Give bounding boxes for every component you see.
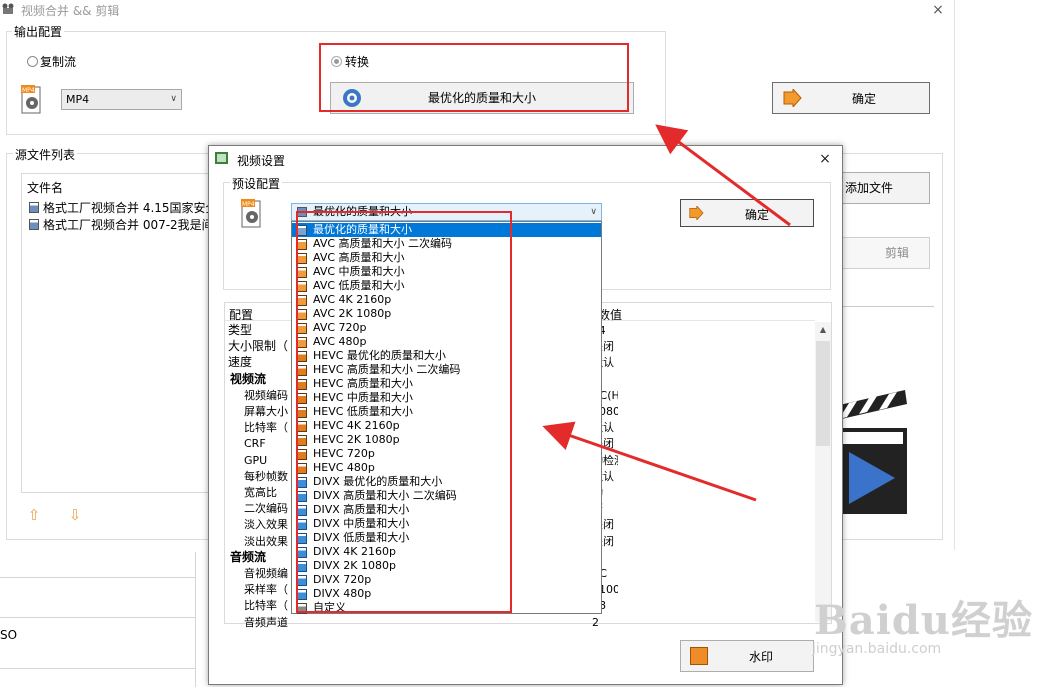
- config-row-name: 淡入效果: [244, 518, 288, 531]
- file-list-header: 文件名: [27, 181, 64, 195]
- config-section-header[interactable]: 视频流: [230, 372, 295, 387]
- divider: [195, 552, 196, 687]
- video-file-icon: [29, 219, 39, 230]
- config-row-name: 速度: [228, 355, 253, 369]
- mp4-file-icon: MP4: [241, 199, 261, 228]
- config-row-name: CRF: [244, 437, 266, 450]
- format-select[interactable]: MP4 ∨: [61, 89, 182, 110]
- format-select-value: MP4: [66, 93, 90, 106]
- divider: [838, 306, 934, 307]
- preset-config-label: 预设配置: [230, 175, 283, 192]
- annotation-highlight-box: [319, 43, 629, 112]
- baidu-watermark-url: jingyan.baidu.com: [812, 641, 942, 657]
- svg-text:MP4: MP4: [242, 201, 255, 208]
- file-list-item[interactable]: 格式工厂视频合并 4.15国家安全: [29, 199, 209, 215]
- main-close-icon[interactable]: ×: [930, 2, 946, 18]
- config-row-name: 二次编码: [244, 502, 288, 515]
- ok-button-main-label: 确定: [852, 92, 877, 106]
- bottom-left-label: SO: [0, 628, 18, 642]
- add-file-button[interactable]: 添加文件: [836, 172, 930, 204]
- svg-text:MP4: MP4: [22, 87, 35, 94]
- chevron-down-icon: ∨: [170, 94, 177, 104]
- divider: [0, 577, 195, 578]
- clapperboard-icon: [835, 390, 907, 514]
- scroll-up-icon[interactable]: ▲: [815, 325, 831, 337]
- config-row-name: 比特率（: [244, 421, 288, 434]
- file-list-item[interactable]: 格式工厂视频合并 007-2我是间: [29, 216, 209, 232]
- annotation-highlight-box: [296, 211, 512, 613]
- watermark-button-label: 水印: [749, 650, 774, 664]
- move-up-icon[interactable]: ⇧: [25, 506, 43, 524]
- config-section-header[interactable]: 音频流: [230, 550, 295, 565]
- arrow-right-icon: [689, 206, 704, 220]
- config-row-name: 类型: [228, 323, 253, 337]
- config-row-name: 宽高比: [244, 486, 277, 499]
- file-name: 格式工厂视频合并 4.15国家安全: [43, 201, 209, 215]
- config-row-name: 音视频编: [244, 567, 288, 580]
- app-film-icon: [2, 3, 14, 14]
- arrow-right-icon: [783, 89, 802, 107]
- mp4-file-icon: MP4: [21, 85, 41, 114]
- video-settings-icon: [215, 152, 228, 164]
- config-row-name: 采样率（: [244, 583, 288, 596]
- config-row-name: 比特率（: [244, 599, 288, 612]
- main-window-title: 视频合并 && 剪辑: [21, 4, 120, 18]
- copy-stream-radio[interactable]: [27, 56, 38, 67]
- config-row-name: 每秒帧数: [244, 470, 288, 483]
- copy-stream-label[interactable]: 复制流: [40, 53, 76, 70]
- watermark-icon: [690, 647, 708, 665]
- chevron-down-icon: ∨: [590, 207, 597, 217]
- move-down-icon[interactable]: ⇩: [66, 506, 84, 524]
- config-row-name: 淡出效果: [244, 535, 288, 548]
- source-files-label: 源文件列表: [13, 146, 78, 163]
- config-row-name: GPU: [244, 454, 268, 467]
- baidu-watermark-logo: Baidu经验: [814, 597, 1033, 644]
- dialog-title: 视频设置: [237, 154, 286, 168]
- video-file-icon: [29, 202, 39, 213]
- config-row-name: 大小限制（: [228, 339, 289, 353]
- dialog-close-icon[interactable]: ×: [817, 151, 833, 167]
- divider: [0, 617, 195, 618]
- scroll-thumb[interactable]: [816, 341, 830, 446]
- divider: [0, 668, 195, 669]
- ok-button-dialog-label: 确定: [745, 208, 770, 222]
- edit-button[interactable]: 剪辑: [836, 237, 930, 269]
- config-row-value[interactable]: 2: [592, 615, 618, 630]
- output-config-label: 输出配置: [12, 23, 65, 40]
- config-column-header: 配置: [229, 308, 254, 322]
- config-row-name: 音频声道: [244, 616, 288, 629]
- config-row-name: 屏幕大小: [244, 405, 288, 418]
- file-name: 格式工厂视频合并 007-2我是间: [43, 218, 209, 232]
- config-row-name: 视频编码: [244, 389, 288, 402]
